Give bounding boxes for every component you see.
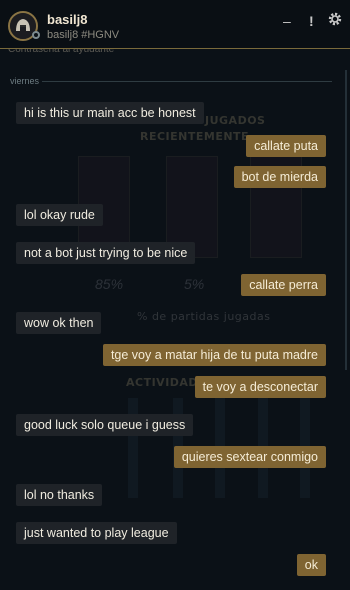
- message-incoming: not a bot just trying to be nice: [16, 242, 196, 264]
- alert-button[interactable]: !: [309, 13, 314, 29]
- bg-games-label: % de partidas jugadas: [137, 310, 271, 323]
- message-outgoing: quieres sextear conmigo: [173, 446, 326, 468]
- chat-header: basilj8 basilj8 #HGNV – !: [0, 0, 350, 49]
- bg-activity-label: ACTIVIDAD: [126, 376, 199, 389]
- message-incoming: lol okay rude: [16, 204, 103, 226]
- message-incoming: hi is this ur main acc be honest: [16, 102, 204, 124]
- gear-icon: [328, 12, 342, 26]
- message-incoming: lol no thanks: [16, 484, 103, 506]
- status-indicator: [32, 31, 40, 39]
- bg-pct-a: 85%: [95, 276, 124, 292]
- bg-recent-label: RECIENTEMENTE: [140, 130, 250, 143]
- bg-activity-bar: [128, 398, 138, 498]
- message-incoming: just wanted to play league: [16, 522, 177, 544]
- bg-played-label: JUGADOS: [205, 114, 266, 127]
- message-outgoing: bot de mierda: [233, 166, 326, 188]
- scrollbar[interactable]: [345, 70, 347, 370]
- message-outgoing: callate puta: [246, 135, 326, 157]
- minimize-button[interactable]: –: [283, 13, 291, 29]
- chat-window: JUGADOS RECIENTEMENTE 85% 5% % de partid…: [0, 0, 350, 590]
- message-outgoing: ok: [296, 554, 326, 576]
- message-outgoing: callate perra: [241, 274, 326, 296]
- riot-id: basilj8 #HGNV: [47, 29, 120, 41]
- day-separator: viernes: [10, 76, 40, 86]
- message-incoming: wow ok then: [16, 312, 102, 334]
- username: basilj8: [47, 12, 88, 27]
- message-outgoing: te voy a desconectar: [194, 376, 326, 398]
- message-incoming: good luck solo queue i guess: [16, 414, 194, 436]
- message-outgoing: tge voy a matar hija de tu puta madre: [102, 344, 326, 366]
- settings-button[interactable]: [327, 11, 343, 30]
- bg-pct-b: 5%: [184, 276, 205, 292]
- day-separator-line: [42, 81, 332, 82]
